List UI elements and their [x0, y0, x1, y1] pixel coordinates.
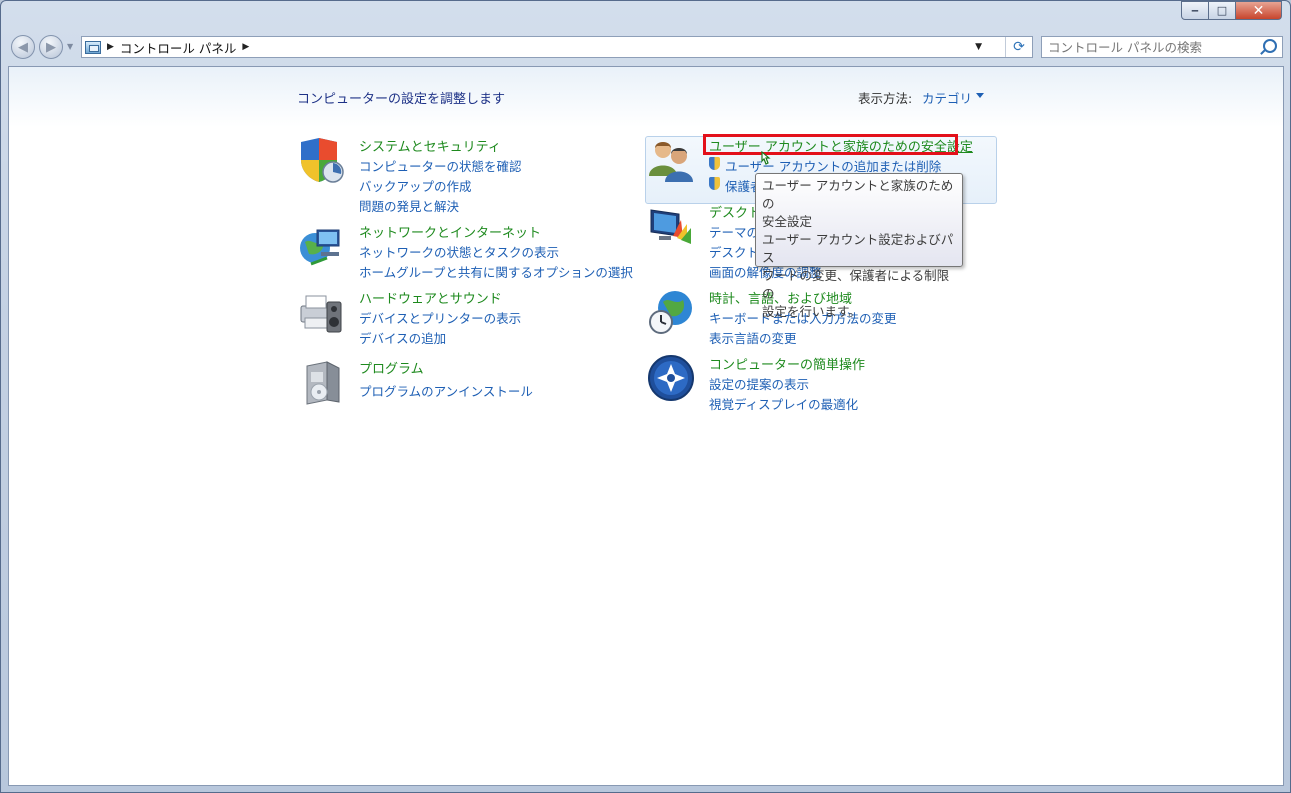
- address-dropdown-icon[interactable]: ▼: [975, 42, 982, 52]
- chevron-down-icon[interactable]: [976, 93, 984, 98]
- minimize-button[interactable]: ‒: [1181, 1, 1209, 20]
- back-button[interactable]: ◀: [11, 35, 35, 59]
- security-shield-icon: [301, 138, 344, 183]
- back-arrow-icon: ◀: [18, 39, 28, 55]
- control-panel-window: ‒ □ ✕ ◀ ▶ ▼ ▶ コントロール パネル ▶ ▼ ⟳ コンピューターの設…: [0, 0, 1291, 793]
- network-globe-icon: [300, 229, 340, 266]
- appearance-display-icon: [650, 209, 691, 244]
- search-icon[interactable]: [1263, 39, 1277, 53]
- tooltip-line: ユーザー アカウントと家族のための: [762, 178, 954, 211]
- category-title[interactable]: プログラム: [359, 358, 424, 377]
- control-panel-icon: [85, 40, 101, 54]
- link-display-language[interactable]: 表示言語の変更: [709, 328, 797, 347]
- tooltip-line: 設定を行います。: [762, 304, 861, 319]
- link-change-theme[interactable]: テーマの: [709, 222, 759, 241]
- link-check-status[interactable]: コンピューターの状態を確認: [359, 156, 522, 175]
- category-title[interactable]: コンピューターの簡単操作: [709, 354, 865, 373]
- link-create-backup[interactable]: バックアップの作成: [359, 176, 472, 195]
- category-title[interactable]: ハードウェアとサウンド: [359, 288, 502, 307]
- view-by-label: 表示方法:: [858, 91, 913, 106]
- breadcrumb-separator-icon[interactable]: ▶: [107, 42, 114, 52]
- link-uninstall-program[interactable]: プログラムのアンインストール: [359, 381, 533, 400]
- close-button[interactable]: ✕: [1236, 1, 1282, 20]
- tooltip: ユーザー アカウントと家族のための 安全設定 ユーザー アカウント設定およびパス…: [755, 173, 963, 319]
- content-pane: コンピューターの設定を調整します 表示方法: カテゴリ システムとセキュリティ …: [8, 66, 1284, 786]
- category-title[interactable]: デスクト: [709, 202, 761, 221]
- link-suggested-settings[interactable]: 設定の提案の表示: [709, 374, 809, 393]
- link-devices-printers[interactable]: デバイスとプリンターの表示: [359, 308, 521, 327]
- link-troubleshoot[interactable]: 問題の発見と解決: [359, 196, 459, 215]
- clock-globe-icon: [649, 291, 692, 334]
- link-optimize-display[interactable]: 視覚ディスプレイの最適化: [709, 394, 858, 413]
- link-desktop-background[interactable]: デスクト: [709, 242, 759, 261]
- printer-speaker-icon: [300, 295, 342, 333]
- highlight-annotation: [703, 134, 958, 155]
- forward-arrow-icon: ▶: [46, 39, 56, 55]
- breadcrumb-separator-icon[interactable]: ▶: [242, 42, 249, 52]
- link-network-status[interactable]: ネットワークの状態とタスクの表示: [359, 242, 559, 261]
- address-bar[interactable]: ▶ コントロール パネル ▶ ▼ ⟳: [81, 36, 1033, 58]
- search-box[interactable]: [1041, 36, 1283, 58]
- page-title: コンピューターの設定を調整します: [297, 92, 506, 107]
- refresh-icon: ⟳: [1013, 39, 1025, 55]
- hand-cursor-icon: [761, 151, 771, 165]
- category-title[interactable]: ネットワークとインターネット: [359, 222, 541, 241]
- view-by-dropdown[interactable]: カテゴリ: [922, 88, 972, 107]
- programs-box-icon: [306, 361, 340, 405]
- uac-shield-icon: [709, 157, 720, 170]
- forward-button[interactable]: ▶: [39, 35, 63, 59]
- link-label: ユーザー アカウントの追加または削除: [725, 159, 942, 174]
- maximize-button[interactable]: □: [1209, 1, 1236, 20]
- search-input[interactable]: [1042, 38, 1260, 56]
- tooltip-line: ユーザー アカウント設定およびパス: [762, 232, 954, 265]
- refresh-button[interactable]: ⟳: [1005, 37, 1032, 57]
- tooltip-line: ワードの変更、保護者による制限の: [762, 268, 950, 301]
- category-title[interactable]: システムとセキュリティ: [359, 136, 501, 155]
- recent-pages-dropdown[interactable]: ▼: [67, 42, 73, 51]
- breadcrumb-control-panel[interactable]: コントロール パネル: [120, 38, 236, 57]
- users-icon: [649, 142, 693, 182]
- ease-of-access-icon: [648, 355, 694, 401]
- navigation-bar: ◀ ▶ ▼ ▶ コントロール パネル ▶ ▼ ⟳: [1, 31, 1290, 63]
- tooltip-line: 安全設定: [762, 214, 813, 229]
- link-add-device[interactable]: デバイスの追加: [359, 328, 446, 347]
- link-homegroup-options[interactable]: ホームグループと共有に関するオプションの選択: [359, 262, 633, 281]
- window-caption-buttons: ‒ □ ✕: [1181, 1, 1282, 20]
- uac-shield-icon: [709, 177, 720, 190]
